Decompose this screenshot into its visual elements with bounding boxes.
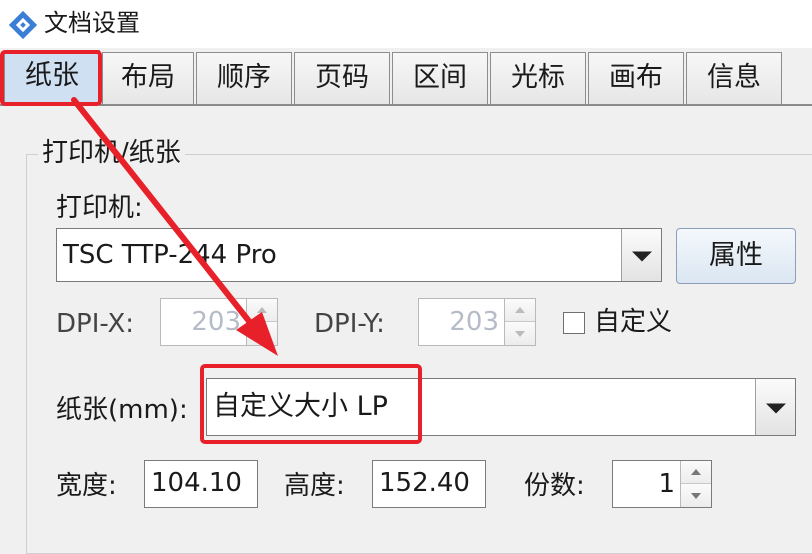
dpi-y-down-icon[interactable]: [505, 322, 535, 345]
tab-info[interactable]: 信息: [686, 52, 782, 104]
custom-dpi-label: 自定义: [594, 307, 673, 337]
printer-select[interactable]: TSC TTP-244 Pro: [56, 228, 662, 282]
dpi-y-spinner[interactable]: 203: [418, 298, 536, 346]
copies-up-icon[interactable]: [681, 461, 711, 484]
tab-layout[interactable]: 布局: [102, 52, 194, 104]
printer-label: 打印机:: [56, 193, 143, 223]
chevron-down-icon[interactable]: [621, 229, 661, 281]
paper-highlight-box: [200, 364, 422, 444]
height-label: 高度:: [284, 471, 345, 501]
app-logo-icon: [8, 10, 38, 40]
paper-label: 纸张(mm):: [56, 395, 188, 425]
properties-button[interactable]: 属性: [676, 228, 796, 284]
height-input[interactable]: 152.40: [372, 460, 486, 508]
copies-label: 份数:: [524, 471, 585, 501]
dpi-x-down-icon[interactable]: [247, 322, 277, 345]
width-label: 宽度:: [56, 471, 117, 501]
dpi-x-value: 203: [191, 307, 241, 337]
group-title: 打印机/纸张: [38, 136, 185, 170]
window-title: 文档设置: [44, 9, 140, 37]
tab-page-number[interactable]: 页码: [294, 52, 390, 104]
tab-cursor[interactable]: 光标: [490, 52, 586, 104]
dpi-y-up-icon[interactable]: [505, 299, 535, 322]
tab-canvas[interactable]: 画布: [588, 52, 684, 104]
dpi-y-label: DPI-Y:: [314, 309, 385, 339]
dpi-x-spinner[interactable]: 203: [160, 298, 278, 346]
printer-select-value: TSC TTP-244 Pro: [63, 240, 277, 270]
tab-bar: 纸张 布局 顺序 页码 区间 光标 画布 信息: [0, 48, 812, 106]
copies-down-icon[interactable]: [681, 484, 711, 507]
tab-range[interactable]: 区间: [392, 52, 488, 104]
width-input[interactable]: 104.10: [144, 460, 258, 508]
tab-order[interactable]: 顺序: [196, 52, 292, 104]
dpi-y-value: 203: [449, 307, 499, 337]
dpi-x-label: DPI-X:: [56, 309, 135, 339]
custom-dpi-checkbox[interactable]: [563, 312, 585, 334]
tab-highlight-box: [0, 50, 102, 106]
copies-value: 1: [658, 469, 675, 499]
copies-spinner[interactable]: 1: [612, 460, 712, 508]
title-bar: 文档设置: [0, 0, 812, 48]
chevron-down-icon[interactable]: [755, 379, 795, 435]
dpi-x-up-icon[interactable]: [247, 299, 277, 322]
